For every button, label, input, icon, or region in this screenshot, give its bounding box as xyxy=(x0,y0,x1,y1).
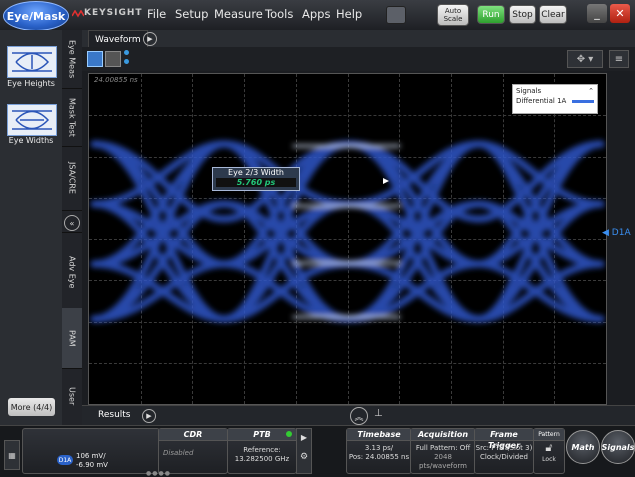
timebase-scale: 3.13 ps/ xyxy=(364,444,394,452)
vertical-tab-strip: Eye Meas Mask Test JSA/CRE « Adv Eye PAM… xyxy=(62,30,82,426)
legend-swatch xyxy=(572,99,594,103)
tab-adv-eye[interactable]: Adv Eye xyxy=(62,236,82,309)
keysight-logo-icon xyxy=(72,10,84,18)
waveform-tab-bar: Waveform ▶ xyxy=(82,30,635,48)
cdr-header: CDR xyxy=(159,429,227,441)
menu-measure[interactable]: Measure xyxy=(214,7,263,21)
gear-icon[interactable]: ⚙ xyxy=(297,452,311,462)
frame-trigger-line1: Src: PTB (Slot 3) xyxy=(475,444,533,452)
acquisition-header: Acquisition xyxy=(411,429,475,441)
results-menu-icon[interactable]: ▶ xyxy=(142,409,156,423)
brand-logo: KEYSIGHT xyxy=(84,8,143,18)
tab-user[interactable]: User xyxy=(62,368,82,426)
frame-trigger-header: Frame Trigger xyxy=(475,429,533,450)
acquisition-status[interactable]: Acquisition Full Pattern: Off 2048 pts/w… xyxy=(410,428,476,474)
eye-mask-mode-button[interactable]: Eye/Mask xyxy=(3,1,69,31)
hamburger-menu-icon[interactable]: ≡ xyxy=(609,50,629,68)
channel-scale: 106 mV/ xyxy=(76,452,106,460)
signals-button[interactable]: Signals xyxy=(601,430,635,464)
measurement-panel: Eye Heights Eye Widths xyxy=(0,30,63,425)
eye-diagram-display[interactable]: 24.00855 ns xyxy=(88,73,607,405)
menu-tools[interactable]: Tools xyxy=(265,7,293,21)
acquisition-line1: Full Pattern: Off xyxy=(415,444,471,452)
eye-widths-label: Eye Widths xyxy=(8,136,54,145)
acquisition-line2: 2048 pts/waveform xyxy=(419,453,467,470)
layout-dot-icon[interactable] xyxy=(124,50,129,55)
measurement-value: 5.760 ps xyxy=(216,178,296,187)
grid-icon[interactable]: ▦ xyxy=(4,440,20,470)
single-grid-icon[interactable] xyxy=(87,51,103,67)
eye-trace xyxy=(90,140,605,323)
lock-label: Lock xyxy=(542,456,556,463)
clear-button[interactable]: Clear xyxy=(539,5,567,24)
channel-badge: D1A xyxy=(57,455,73,465)
cdr-status[interactable]: CDR Disabled xyxy=(158,428,228,474)
more-button[interactable]: More (4/4) xyxy=(8,398,55,416)
pattern-lock[interactable]: Pattern 🔓︎ Lock xyxy=(533,428,565,474)
tab-pam[interactable]: PAM xyxy=(62,308,82,369)
cdr-value: Disabled xyxy=(163,449,194,457)
waveform-toolbar: ✥ ▾ ≡ xyxy=(82,47,635,71)
frame-trigger-status[interactable]: Frame Trigger Src: PTB (Slot 3) Clock/Di… xyxy=(474,428,534,474)
pattern-header: Pattern xyxy=(534,429,564,441)
lock-icon: 🔓︎ xyxy=(545,441,553,454)
ptb-status[interactable]: PTB Reference: 13.282500 GHz xyxy=(227,428,297,474)
top-menu-bar: Eye/Mask KEYSIGHT File Setup Measure Too… xyxy=(0,0,635,31)
chevron-left-icon: « xyxy=(64,215,80,231)
channel-status[interactable]: D1A 106 mV/ -6.90 mV xyxy=(22,428,160,474)
right-cursor-marker xyxy=(383,178,389,184)
layout-dot-icon[interactable] xyxy=(124,59,129,64)
eye-width-readout: Eye 2/3 Width 5.760 ps xyxy=(212,167,300,191)
timebase-position: Pos: 24.00855 ns xyxy=(348,453,410,461)
pan-zoom-icon[interactable]: ✥ ▾ xyxy=(567,50,603,68)
close-button[interactable]: ✕ xyxy=(610,4,630,23)
ptb-line2: 13.282500 GHz xyxy=(234,455,290,463)
tab-jsa-cre[interactable]: JSA/CRE xyxy=(62,146,82,211)
timebase-header: Timebase xyxy=(347,429,411,441)
status-bar: ▦ D1A 106 mV/ -6.90 mV CDR Disabled PTB … xyxy=(0,425,635,477)
results-bar: Results ▶ ︽ ⊥ xyxy=(82,405,635,425)
eye-widths-icon[interactable] xyxy=(7,104,57,136)
run-button[interactable]: Run xyxy=(477,5,505,24)
multi-grid-icon[interactable] xyxy=(105,51,121,67)
results-label[interactable]: Results xyxy=(98,410,131,420)
signals-legend[interactable]: Signals ⌃ Differential 1A xyxy=(512,84,598,114)
measurement-label: Eye 2/3 Width xyxy=(228,168,284,177)
tab-mask-test[interactable]: Mask Test xyxy=(62,88,82,147)
auto-scale-button[interactable]: Auto Scale xyxy=(437,4,469,26)
eye-heights-icon[interactable] xyxy=(7,46,57,78)
camera-icon[interactable] xyxy=(386,6,406,24)
tab-eye-meas[interactable]: Eye Meas xyxy=(62,30,82,89)
channel-marker[interactable]: ◀ D1A xyxy=(602,228,631,238)
ptb-status-led xyxy=(286,431,292,437)
minimize-button[interactable]: _ xyxy=(587,4,607,23)
expand-results-icon[interactable]: ︽ xyxy=(350,407,368,425)
math-button[interactable]: Math xyxy=(566,430,600,464)
menu-apps[interactable]: Apps xyxy=(302,7,330,21)
pin-icon[interactable]: ⊥ xyxy=(374,408,383,419)
timestamp-label: 24.00855 ns xyxy=(94,76,138,84)
legend-item-label: Differential 1A xyxy=(516,97,567,105)
timebase-status[interactable]: Timebase 3.13 ps/ Pos: 24.00855 ns xyxy=(346,428,412,474)
tab-waveform[interactable]: Waveform xyxy=(88,30,148,48)
ptb-line1: Reference: xyxy=(243,446,281,454)
frame-trigger-line2: Clock/Divided xyxy=(480,453,528,461)
collapse-legend-icon[interactable]: ⌃ xyxy=(588,87,594,95)
waveform-menu-icon[interactable]: ▶ xyxy=(143,32,157,46)
legend-title: Signals xyxy=(516,87,542,95)
play-icon[interactable]: ▶ xyxy=(297,433,311,442)
ptb-controls: ▶ ⚙ xyxy=(296,428,312,474)
menu-file[interactable]: File xyxy=(147,7,166,21)
channel-offset: -6.90 mV xyxy=(76,461,108,469)
stop-button[interactable]: Stop xyxy=(509,5,536,24)
menu-help[interactable]: Help xyxy=(336,7,362,21)
collapse-panel-button[interactable]: « xyxy=(62,214,82,233)
menu-setup[interactable]: Setup xyxy=(175,7,208,21)
eye-heights-label: Eye Heights xyxy=(7,79,55,88)
